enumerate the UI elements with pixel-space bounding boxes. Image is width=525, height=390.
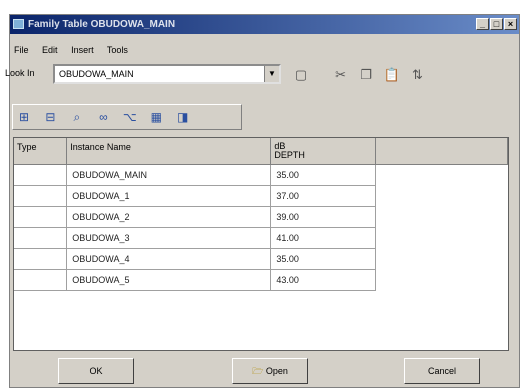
type-cell[interactable]: [14, 269, 68, 291]
type-cell[interactable]: [14, 164, 68, 186]
menu-tools[interactable]: Tools: [107, 45, 128, 55]
depth-label: DEPTH: [274, 150, 305, 160]
look-in-value: OBUDOWA_MAIN: [59, 69, 134, 79]
instance-name-cell[interactable]: OBUDOWA_3: [66, 227, 272, 249]
ok-button[interactable]: OK: [58, 358, 134, 384]
table-row[interactable]: OBUDOWA_4 35.00: [14, 248, 508, 270]
menu-edit[interactable]: Edit: [42, 45, 58, 55]
cancel-button[interactable]: Cancel: [404, 358, 480, 384]
type-cell[interactable]: [14, 185, 68, 207]
up-folder-icon[interactable]: ▢: [290, 64, 312, 86]
table-icon[interactable]: ▦: [145, 107, 167, 127]
copy-icon[interactable]: ❐: [355, 64, 377, 86]
folder-open-icon: 🗁: [252, 366, 264, 376]
glasses-icon[interactable]: ∞: [92, 107, 114, 127]
instance-name-cell[interactable]: OBUDOWA_MAIN: [66, 164, 272, 186]
menu-file[interactable]: File: [14, 45, 29, 55]
minimize-icon[interactable]: _: [476, 18, 489, 30]
depth-cell[interactable]: 41.00: [270, 227, 376, 249]
depth-cell[interactable]: 43.00: [270, 269, 376, 291]
tree-icon[interactable]: ⌥: [119, 107, 141, 127]
menu-bar: File Edit Insert Tools: [14, 45, 139, 59]
column-depth[interactable]: dB DEPTH: [270, 138, 376, 165]
open-button[interactable]: 🗁 Open: [232, 358, 308, 384]
depth-cell[interactable]: 39.00: [270, 206, 376, 228]
menu-insert[interactable]: Insert: [71, 45, 94, 55]
top-toolbar: ▢ ✂ ❐ 📋 ⇅: [290, 64, 460, 86]
instance-name-cell[interactable]: OBUDOWA_4: [66, 248, 272, 270]
preview-icon[interactable]: ◨: [172, 107, 194, 127]
app-icon: [13, 19, 24, 29]
table-row[interactable]: OBUDOWA_5 43.00: [14, 269, 508, 291]
family-table: Type Instance Name dB DEPTH OBUDOWA_MAIN…: [13, 137, 509, 351]
cut-icon[interactable]: ✂: [330, 64, 352, 86]
column-instance-name[interactable]: Instance Name: [66, 138, 272, 165]
chevron-down-icon[interactable]: ▼: [264, 66, 279, 82]
open-label: Open: [265, 366, 288, 376]
table-row[interactable]: OBUDOWA_2 39.00: [14, 206, 508, 228]
table-row[interactable]: OBUDOWA_1 37.00: [14, 185, 508, 207]
sort-icon[interactable]: ⇅: [407, 64, 429, 86]
look-in-label: Look In: [5, 68, 35, 78]
column-empty: [375, 138, 508, 165]
depth-cell[interactable]: 35.00: [270, 248, 376, 270]
close-icon[interactable]: ×: [504, 18, 517, 30]
type-cell[interactable]: [14, 248, 68, 270]
maximize-icon[interactable]: □: [490, 18, 503, 30]
look-in-dropdown[interactable]: OBUDOWA_MAIN ▼: [53, 64, 281, 84]
paste-icon[interactable]: 📋: [381, 64, 403, 86]
family-toolbar: ⊞ ⊟ ⌕ ∞ ⌥ ▦ ◨: [12, 104, 242, 130]
depth-cell[interactable]: 37.00: [270, 185, 376, 207]
window-title: Family Table OBUDOWA_MAIN: [28, 19, 176, 30]
instance-name-cell[interactable]: OBUDOWA_2: [66, 206, 272, 228]
column-type[interactable]: Type: [14, 138, 68, 165]
depth-cell[interactable]: 35.00: [270, 164, 376, 186]
type-cell[interactable]: [14, 206, 68, 228]
title-bar[interactable]: Family Table OBUDOWA_MAIN _ □ ×: [10, 15, 519, 34]
table-header-row: Type Instance Name dB DEPTH: [14, 138, 508, 165]
table-row[interactable]: OBUDOWA_MAIN 35.00: [14, 164, 508, 186]
table-row[interactable]: OBUDOWA_3 41.00: [14, 227, 508, 249]
type-cell[interactable]: [14, 227, 68, 249]
instance-name-cell[interactable]: OBUDOWA_5: [66, 269, 272, 291]
instance-name-cell[interactable]: OBUDOWA_1: [66, 185, 272, 207]
add-column-icon[interactable]: ⊞: [13, 107, 35, 127]
find-icon[interactable]: ⌕: [66, 107, 88, 127]
add-row-icon[interactable]: ⊟: [39, 107, 61, 127]
